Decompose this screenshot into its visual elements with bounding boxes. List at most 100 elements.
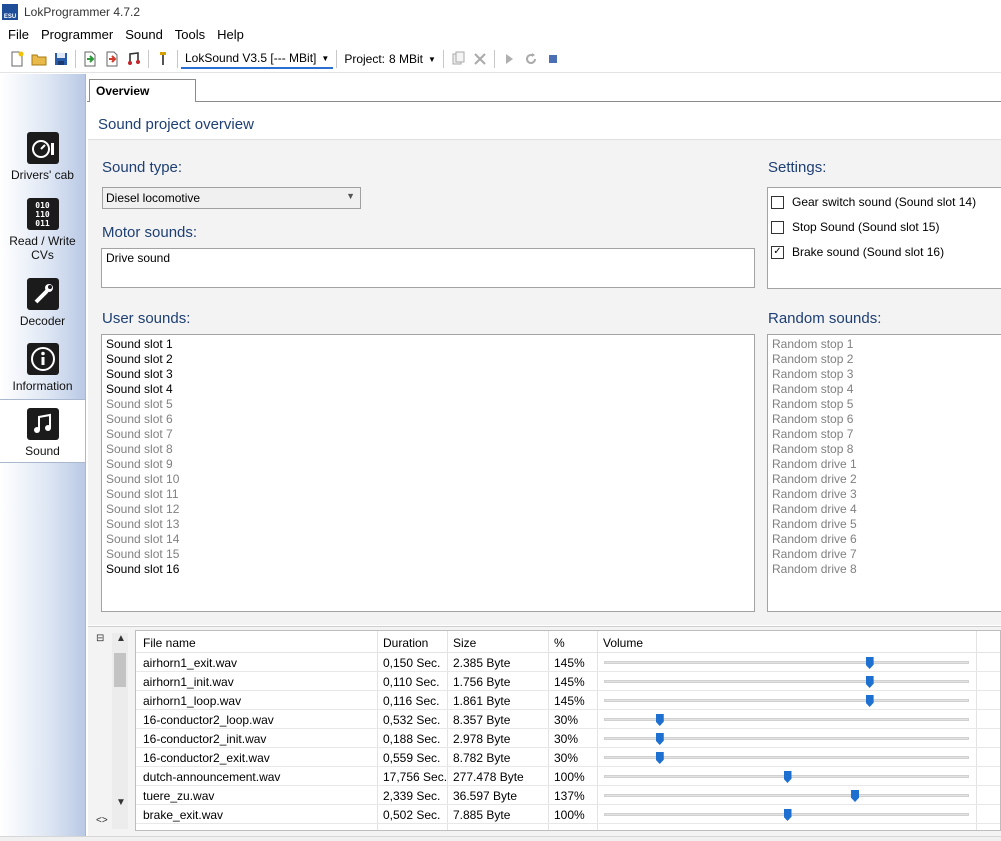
table-row[interactable]: brake_exit.wav 0,502 Sec. 7.885 Byte 100%: [136, 805, 1000, 824]
menu-sound[interactable]: Sound: [119, 24, 169, 46]
volume-slider[interactable]: [604, 752, 969, 764]
volume-slider-thumb[interactable]: [865, 676, 874, 688]
menu-programmer[interactable]: Programmer: [35, 24, 119, 46]
volume-slider[interactable]: [604, 657, 969, 669]
list-item[interactable]: Sound slot 5: [102, 397, 754, 412]
list-item[interactable]: Random drive 5: [768, 517, 1001, 532]
brake-sound-checkbox-row[interactable]: ✓ Brake sound (Sound slot 16): [771, 245, 944, 259]
table-row[interactable]: 16-conductor2_exit.wav 0,559 Sec. 8.782 By…: [136, 748, 1000, 767]
list-item[interactable]: Sound slot 14: [102, 532, 754, 547]
column-header-size[interactable]: Size: [453, 636, 476, 650]
list-item[interactable]: Sound slot 16: [102, 562, 754, 577]
scroll-down-icon[interactable]: ▼: [116, 797, 126, 808]
list-item[interactable]: Sound slot 10: [102, 472, 754, 487]
volume-slider-thumb[interactable]: [783, 809, 792, 821]
table-row[interactable]: 16-conductor2_loop.wav 0,532 Sec. 8.357 By…: [136, 710, 1000, 729]
list-item[interactable]: Sound slot 7: [102, 427, 754, 442]
vertical-scrollbar[interactable]: ▲ ▼: [112, 633, 128, 829]
list-item[interactable]: Sound slot 6: [102, 412, 754, 427]
device-dropdown[interactable]: LokSound V3.5 [--- MBit] ▼: [181, 49, 334, 69]
new-file-icon[interactable]: [6, 48, 28, 70]
export-icon[interactable]: [101, 48, 123, 70]
table-row[interactable]: dutch-announcement.wav 17,756 Sec. 277.478…: [136, 767, 1000, 786]
list-item[interactable]: Random drive 7: [768, 547, 1001, 562]
tab-overview[interactable]: Overview: [89, 79, 196, 103]
volume-slider[interactable]: [604, 695, 969, 707]
volume-slider[interactable]: [604, 809, 969, 821]
volume-slider-thumb[interactable]: [783, 771, 792, 783]
volume-slider-thumb[interactable]: [655, 733, 664, 745]
volume-slider-thumb[interactable]: [655, 714, 664, 726]
list-item[interactable]: Random drive 3: [768, 487, 1001, 502]
menu-file[interactable]: File: [2, 24, 35, 46]
list-item[interactable]: Sound slot 13: [102, 517, 754, 532]
open-folder-icon[interactable]: [28, 48, 50, 70]
table-row[interactable]: tuere_zu.wav 2,339 Sec. 36.597 Byte 137%: [136, 786, 1000, 805]
table-row[interactable]: airhorn1_exit.wav 0,150 Sec. 2.385 Byte 145…: [136, 653, 1000, 672]
list-item[interactable]: Random stop 3: [768, 367, 1001, 382]
list-item[interactable]: Sound slot 11: [102, 487, 754, 502]
list-item[interactable]: Random stop 8: [768, 442, 1001, 457]
volume-slider-thumb[interactable]: [865, 657, 874, 669]
list-item[interactable]: Drive sound: [102, 251, 754, 266]
brake-sound-checkbox[interactable]: ✓: [771, 245, 784, 259]
list-item[interactable]: Random stop 5: [768, 397, 1001, 412]
volume-slider[interactable]: [604, 771, 969, 783]
sidebar-item-decoder[interactable]: Decoder: [0, 278, 85, 328]
save-icon[interactable]: [50, 48, 72, 70]
list-item[interactable]: Sound slot 9: [102, 457, 754, 472]
volume-slider-thumb[interactable]: [851, 790, 860, 802]
volume-slider[interactable]: [604, 676, 969, 688]
sound-type-select[interactable]: Diesel locomotive ▼: [102, 187, 361, 209]
sidebar-item-drivers-cab[interactable]: Drivers' cab: [0, 132, 85, 182]
list-item[interactable]: Random drive 2: [768, 472, 1001, 487]
list-item[interactable]: Sound slot 4: [102, 382, 754, 397]
volume-slider[interactable]: [604, 714, 969, 726]
table-row[interactable]: airhorn1_loop.wav 0,116 Sec. 1.861 Byte 145…: [136, 691, 1000, 710]
collapse-icon[interactable]: ⊟: [96, 633, 104, 644]
menu-help[interactable]: Help: [211, 24, 250, 46]
play-icon[interactable]: [498, 48, 520, 70]
sidebar-item-sound[interactable]: Sound: [0, 399, 85, 463]
column-header-duration[interactable]: Duration: [383, 636, 428, 650]
table-row[interactable]: airhorn1_init.wav 0,110 Sec. 1.756 Byte 145…: [136, 672, 1000, 691]
list-item[interactable]: Sound slot 3: [102, 367, 754, 382]
wrench-icon[interactable]: [152, 48, 174, 70]
stop-sound-checkbox-row[interactable]: Stop Sound (Sound slot 15): [771, 220, 939, 234]
import-icon[interactable]: [79, 48, 101, 70]
sidebar-item-read-write-cvs[interactable]: 010 110 011 Read / Write CVs: [0, 198, 85, 262]
volume-slider[interactable]: [604, 733, 969, 745]
gear-switch-checkbox-row[interactable]: Gear switch sound (Sound slot 14): [771, 195, 976, 209]
volume-slider[interactable]: [604, 790, 969, 802]
play-sound-icon[interactable]: [123, 48, 145, 70]
list-item[interactable]: Sound slot 8: [102, 442, 754, 457]
list-item[interactable]: Random drive 8: [768, 562, 1001, 577]
scrollbar-thumb[interactable]: [114, 653, 126, 687]
list-item[interactable]: Random drive 6: [768, 532, 1001, 547]
column-header-file-name[interactable]: File name: [143, 636, 196, 650]
column-header-volume[interactable]: Volume: [603, 636, 643, 650]
project-dropdown[interactable]: 8 MBit ▼: [385, 48, 440, 70]
list-item[interactable]: Sound slot 15: [102, 547, 754, 562]
copy-icon[interactable]: [447, 48, 469, 70]
list-item[interactable]: Sound slot 2: [102, 352, 754, 367]
stop-sound-checkbox[interactable]: [771, 220, 784, 234]
volume-slider-thumb[interactable]: [655, 752, 664, 764]
menu-tools[interactable]: Tools: [169, 24, 211, 46]
list-item[interactable]: Random stop 6: [768, 412, 1001, 427]
volume-slider-thumb[interactable]: [865, 695, 874, 707]
sidebar-item-information[interactable]: Information: [0, 343, 85, 393]
table-row[interactable]: 16-conductor2_init.wav 0,188 Sec. 2.978 By…: [136, 729, 1000, 748]
reload-icon[interactable]: [520, 48, 542, 70]
list-item[interactable]: Random drive 1: [768, 457, 1001, 472]
delete-icon[interactable]: [469, 48, 491, 70]
list-item[interactable]: Random stop 7: [768, 427, 1001, 442]
list-item[interactable]: Random stop 4: [768, 382, 1001, 397]
stop-icon[interactable]: [542, 48, 564, 70]
column-header-percent[interactable]: %: [554, 636, 565, 650]
list-item[interactable]: Random stop 2: [768, 352, 1001, 367]
list-item[interactable]: Sound slot 1: [102, 337, 754, 352]
expand-horizontal-icon[interactable]: <>: [96, 815, 108, 826]
list-item[interactable]: Random drive 4: [768, 502, 1001, 517]
list-item[interactable]: Random stop 1: [768, 337, 1001, 352]
